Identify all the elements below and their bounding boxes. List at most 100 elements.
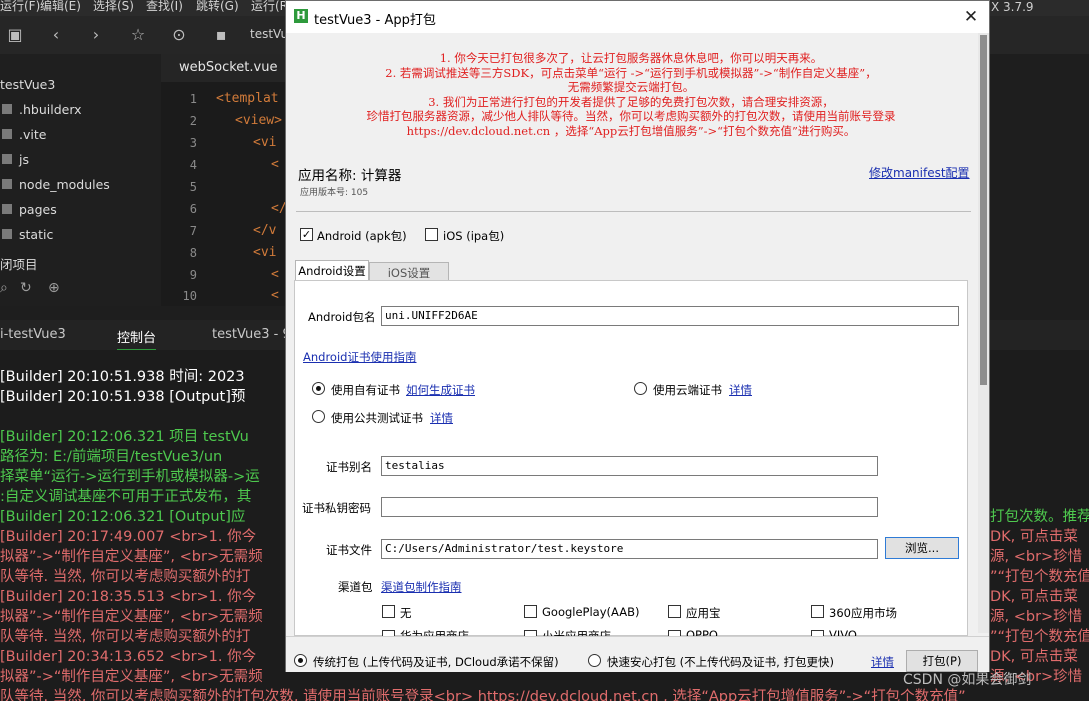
console-line-fragment: DK, 可点击菜 bbox=[990, 649, 1078, 665]
project-root[interactable]: testVue3 bbox=[0, 72, 161, 97]
app-pack-dialog: H testVue3 - App打包 ✕ 1. 你今天已打包很多次了，让云打包服… bbox=[285, 0, 990, 672]
console-line-fragment: DK, 可点击菜 bbox=[990, 529, 1078, 545]
console-line: [Builder] 20:12:06.321 项目 testVu bbox=[0, 429, 249, 445]
console-tab-other[interactable]: testVue3 - 9 bbox=[212, 327, 291, 342]
tree-item-vite[interactable]: .vite bbox=[0, 122, 161, 147]
console-tab-project[interactable]: i-testVue3 bbox=[0, 327, 66, 342]
menu-item-run[interactable]: 运行(R bbox=[251, 0, 288, 13]
console-line-fragment: 源, <br>珍惜 bbox=[990, 549, 1083, 565]
code-line: <vi bbox=[253, 245, 277, 260]
tab-android-settings[interactable]: Android设置 bbox=[295, 260, 369, 281]
folder-icon bbox=[2, 154, 12, 164]
package-name-input[interactable]: uni.UNIFF2D6AE bbox=[381, 306, 959, 326]
tree-item-static[interactable]: static bbox=[0, 222, 161, 247]
line-number: 2 bbox=[189, 114, 197, 128]
line-number: 6 bbox=[189, 202, 197, 216]
cert-password-input[interactable] bbox=[381, 497, 878, 517]
editor-tabbar: webSocket.vue bbox=[161, 54, 285, 82]
edit-manifest-link[interactable]: 修改manifest配置 bbox=[869, 164, 970, 181]
console-line-fragment: DK, 可点击菜 bbox=[990, 589, 1078, 605]
project-sidebar: testVue3 .hbuilderx .vite js node_module… bbox=[0, 54, 161, 306]
menu-item-find[interactable]: 查找(I) bbox=[146, 0, 183, 13]
android-checkbox[interactable]: ✓ bbox=[300, 228, 313, 241]
cert-alias-input[interactable]: testalias bbox=[381, 456, 878, 476]
forward-icon[interactable]: › bbox=[85, 24, 107, 46]
public-cert-radio[interactable] bbox=[312, 410, 325, 423]
dialog-scrollbar[interactable] bbox=[978, 33, 989, 633]
console-line: [Builder] 20:12:06.321 [Output]应 bbox=[0, 509, 246, 525]
console-line: [Builder] 20:17:49.007 <br>1. 你今 bbox=[0, 529, 257, 545]
scrollbar-thumb[interactable] bbox=[980, 35, 987, 385]
generate-cert-link[interactable]: 如何生成证书 bbox=[406, 382, 475, 398]
folder-icon bbox=[2, 179, 12, 189]
editor-tab-websocket[interactable]: webSocket.vue bbox=[179, 60, 277, 75]
cert-guide-link[interactable]: Android证书使用指南 bbox=[303, 349, 416, 365]
line-number: 5 bbox=[189, 180, 197, 194]
cloud-cert-label: 使用云端证书 bbox=[653, 383, 722, 397]
console-line: [Builder] 20:10:51.938 时间: 2023 bbox=[0, 369, 245, 385]
back-icon[interactable]: ‹ bbox=[45, 24, 67, 46]
channel-checkbox-none[interactable] bbox=[382, 605, 395, 618]
code-line: <view> bbox=[235, 113, 282, 128]
tab-ios-settings[interactable]: iOS设置 bbox=[369, 262, 449, 282]
refresh-icon[interactable]: ↻ bbox=[20, 280, 32, 296]
pack-details-link[interactable]: 详情 bbox=[871, 654, 894, 670]
folder-icon bbox=[2, 104, 12, 114]
csdn-watermark: CSDN @如果会御剑 bbox=[903, 672, 1032, 688]
public-cert-details-link[interactable]: 详情 bbox=[430, 410, 453, 426]
menu-item-goto[interactable]: 跳转(G) bbox=[196, 0, 239, 13]
save-icon[interactable]: ▣ bbox=[4, 24, 26, 46]
console-line: 队等待. 当然, 你可以考虑购买额外的打 bbox=[0, 629, 251, 645]
tree-item-pages[interactable]: pages bbox=[0, 197, 161, 222]
run-icon[interactable]: ⊙ bbox=[168, 24, 190, 46]
channel-guide-link[interactable]: 渠道包制作指南 bbox=[381, 579, 462, 595]
console-line-fragment: 打包次数。推荐 bbox=[990, 509, 1089, 525]
code-editor[interactable]: 1 2 3 4 5 6 7 8 9 10 <templat <view> <vi… bbox=[161, 82, 287, 306]
channel-label-vivo: VIVO bbox=[829, 628, 857, 636]
channel-label-oppo: OPPO bbox=[686, 628, 718, 636]
dialog-titlebar: H testVue3 - App打包 ✕ bbox=[286, 1, 989, 33]
tree-item-node-modules[interactable]: node_modules bbox=[0, 172, 161, 197]
cert-file-input[interactable]: C:/Users/Administrator/test.keystore bbox=[381, 539, 878, 559]
menu-item-run-f[interactable]: 运行(F) bbox=[0, 0, 40, 13]
channel-checkbox-yingyongbao[interactable] bbox=[668, 605, 681, 618]
folder-icon bbox=[2, 204, 12, 214]
channel-label-huawei: 华为应用商店 bbox=[400, 629, 469, 636]
cloud-cert-radio[interactable] bbox=[634, 382, 647, 395]
channel-checkbox-googleplay[interactable] bbox=[524, 605, 537, 618]
console-line-fragment: 源, <br>珍惜 bbox=[990, 609, 1083, 625]
browse-button[interactable]: 浏览... bbox=[885, 537, 959, 559]
ios-checkbox[interactable] bbox=[425, 228, 438, 241]
filter-icon[interactable]: ⌕ bbox=[0, 280, 8, 296]
menu-item-select[interactable]: 选择(S) bbox=[93, 0, 134, 13]
star-icon[interactable]: ☆ bbox=[127, 24, 149, 46]
closed-projects[interactable]: 闭项目 bbox=[0, 252, 161, 277]
channel-checkbox-360[interactable] bbox=[811, 605, 824, 618]
console-line: 拟器”->“制作自定义基座”, <br>无需频 bbox=[0, 669, 263, 685]
code-line: < bbox=[271, 157, 279, 172]
cert-alias-label: 证书别名 bbox=[326, 460, 372, 474]
tree-item-hbuilderx[interactable]: .hbuilderx bbox=[0, 97, 161, 122]
own-cert-radio[interactable] bbox=[312, 382, 325, 395]
menu-item-edit[interactable]: 编辑(E) bbox=[40, 0, 81, 13]
console-line: 择菜单“运行->运行到手机或模拟器->运 bbox=[0, 469, 260, 485]
folder-icon bbox=[2, 129, 12, 139]
close-icon[interactable]: ✕ bbox=[959, 6, 983, 28]
android-label: Android (apk包) bbox=[317, 229, 407, 243]
line-number: 9 bbox=[189, 268, 197, 282]
channel-label-360: 360应用市场 bbox=[829, 606, 897, 620]
code-line: <vi bbox=[253, 135, 277, 150]
console-tab-active[interactable]: 控制台 bbox=[117, 327, 157, 351]
tree-item-js[interactable]: js bbox=[0, 147, 161, 172]
safe-pack-radio[interactable] bbox=[588, 654, 601, 667]
cloud-cert-details-link[interactable]: 详情 bbox=[729, 382, 752, 398]
console-line: 拟器”->“制作自定义基座”, <br>无需频 bbox=[0, 609, 263, 625]
project-breadcrumb[interactable]: testVu bbox=[250, 27, 288, 41]
public-cert-label: 使用公共测试证书 bbox=[331, 411, 423, 425]
console-line-fragment: ”“打包个数充值 bbox=[990, 569, 1089, 585]
version-label: X 3.7.9 bbox=[991, 0, 1034, 14]
globe-icon[interactable]: ⊕ bbox=[48, 280, 60, 296]
console-line: 队等待. 当然, 你可以考虑购买额外的打 bbox=[0, 569, 251, 585]
traditional-pack-label: 传统打包 (上传代码及证书, DCloud承诺不保留) bbox=[313, 655, 559, 669]
traditional-pack-radio[interactable] bbox=[294, 654, 307, 667]
